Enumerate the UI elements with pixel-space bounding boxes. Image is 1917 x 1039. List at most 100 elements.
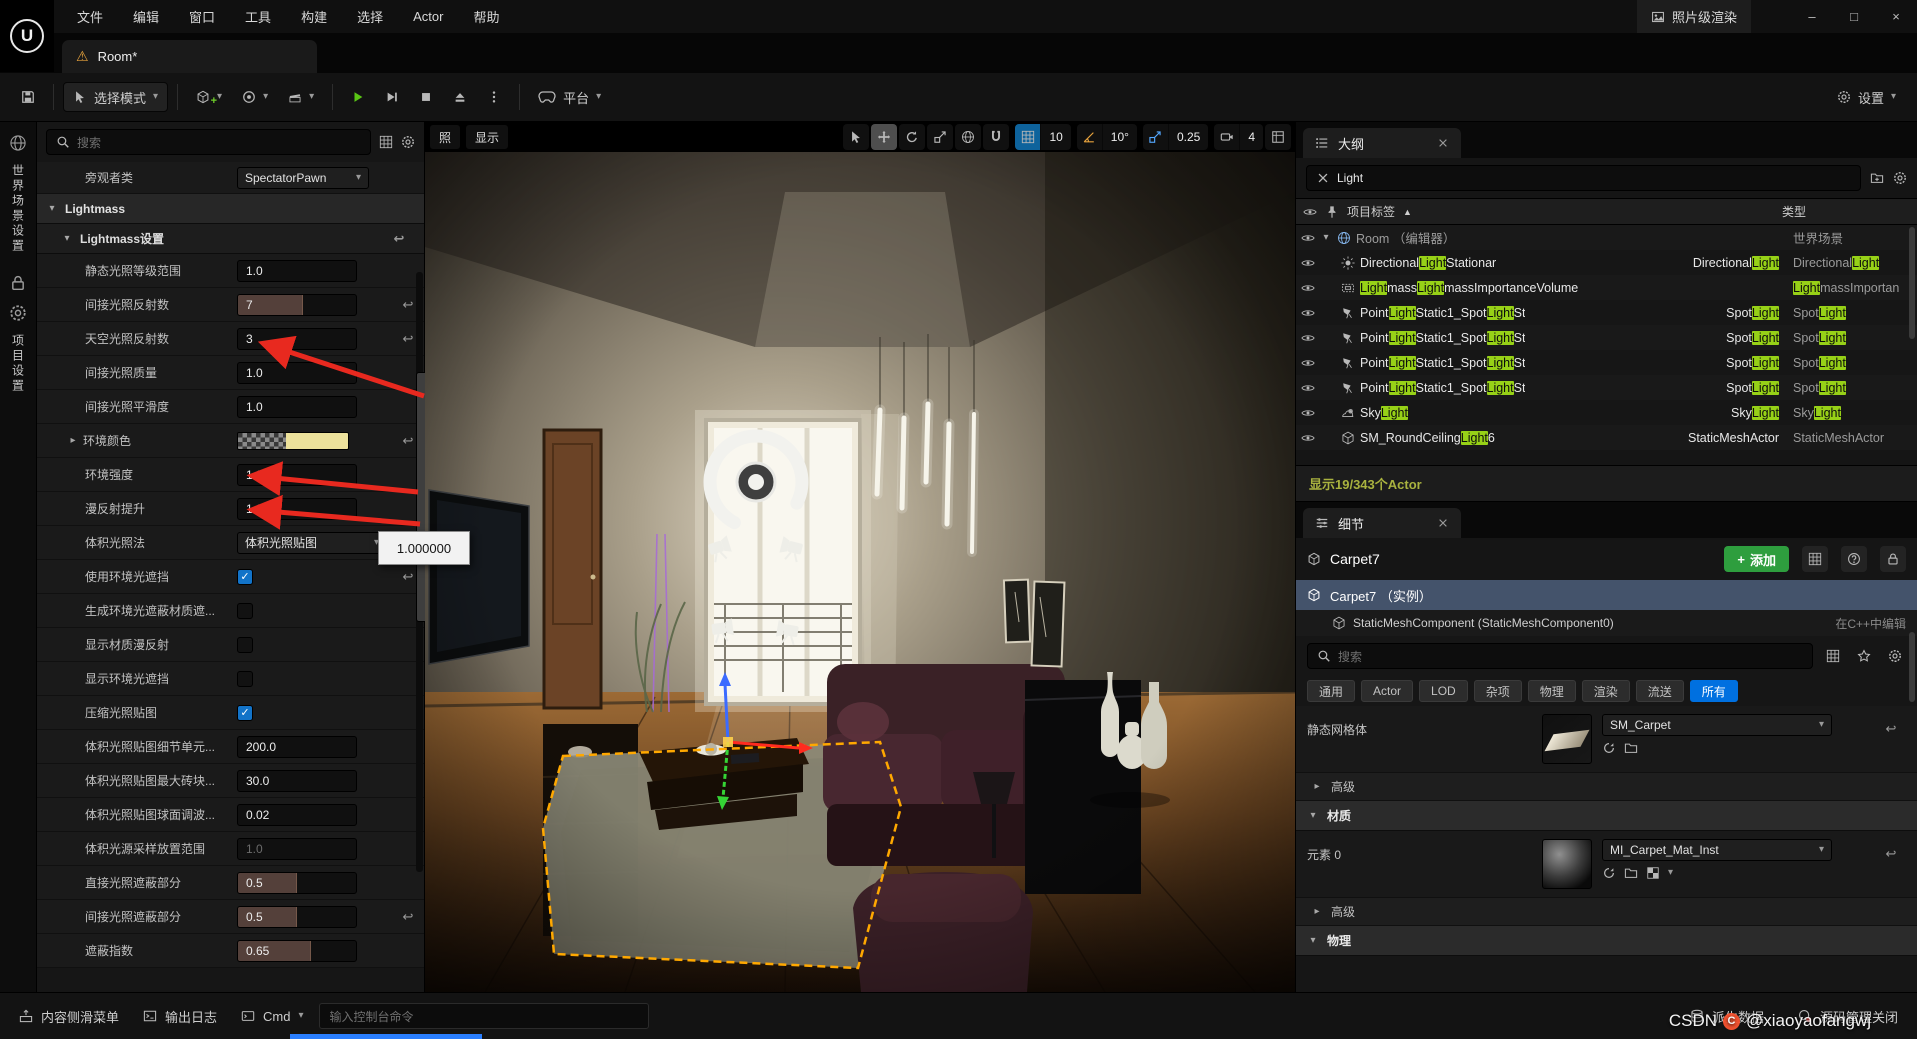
expander-icon[interactable]: ▸ <box>67 435 79 446</box>
add-actor-button[interactable]: +▾ <box>187 82 231 112</box>
close-button[interactable]: × <box>1875 0 1917 33</box>
filter-tab-通用[interactable]: 通用 <box>1307 680 1355 702</box>
output-log-button[interactable]: 输出日志 <box>134 1001 226 1031</box>
outliner-row[interactable]: DirectionalLightStationarDirectionalLigh… <box>1296 250 1917 275</box>
movie-render-queue-button[interactable]: 照片级渲染 <box>1637 0 1751 33</box>
component-root-row[interactable]: Carpet7 （实例） <box>1296 580 1917 610</box>
stop-button[interactable] <box>410 82 442 112</box>
tab-room-level[interactable]: ⚠ Room* <box>62 40 317 73</box>
create-folder-icon[interactable] <box>1870 171 1884 185</box>
move-tool[interactable] <box>871 124 897 150</box>
static-mesh-dropdown[interactable]: SM_Carpet▾ <box>1602 714 1832 736</box>
browse-button[interactable] <box>1802 546 1828 572</box>
value-input[interactable]: 1.0 <box>237 260 357 282</box>
tab-details[interactable]: 细节 <box>1303 508 1461 538</box>
checker-icon[interactable] <box>1646 866 1660 880</box>
value-input[interactable]: 3 <box>237 328 357 350</box>
display-options-icon[interactable] <box>1822 649 1844 663</box>
scrollbar[interactable] <box>1909 632 1915 702</box>
visibility-eye-icon[interactable] <box>1301 231 1315 245</box>
play-button[interactable] <box>342 82 374 112</box>
scale-snap-value[interactable]: 0.25 <box>1168 124 1208 150</box>
world-local-toggle[interactable] <box>955 124 981 150</box>
browse-to-asset-icon[interactable] <box>1602 866 1616 880</box>
section-physics[interactable]: ▾物理 <box>1296 926 1917 956</box>
visibility-eye-icon[interactable] <box>1301 256 1315 270</box>
filter-tab-Actor[interactable]: Actor <box>1361 680 1413 702</box>
content-drawer-button[interactable]: 内容侧滑菜单 <box>10 1001 128 1031</box>
scale-snap-control[interactable]: 0.25 <box>1143 124 1208 150</box>
tab-project-settings[interactable]: 项目设置 <box>10 334 27 394</box>
value-input[interactable]: 0.5 <box>237 872 357 894</box>
skip-frame-button[interactable] <box>376 82 408 112</box>
settings-dropdown[interactable]: 设置▾ <box>1828 82 1905 112</box>
project-settings-icon[interactable] <box>9 304 27 322</box>
filter-tab-物理[interactable]: 物理 <box>1528 680 1576 702</box>
restore-button[interactable]: □ <box>1833 0 1875 33</box>
outliner-row[interactable]: PointLightStatic1_SpotLightStSpotLightSp… <box>1296 375 1917 400</box>
reset-icon[interactable]: ↩ <box>383 231 415 247</box>
lock-icon[interactable] <box>9 274 27 292</box>
visibility-column-icon[interactable] <box>1303 205 1317 219</box>
lock-button[interactable] <box>1880 546 1906 572</box>
value-input[interactable]: 0.5 <box>237 906 357 928</box>
value-input[interactable]: 0.65 <box>237 940 357 962</box>
rotation-snap-control[interactable]: 10° <box>1077 124 1137 150</box>
outliner-settings-icon[interactable] <box>1893 171 1907 185</box>
filter-tab-流送[interactable]: 流送 <box>1636 680 1684 702</box>
camera-speed-value[interactable]: 4 <box>1239 124 1263 150</box>
rotate-tool[interactable] <box>899 124 925 150</box>
pin-column-icon[interactable] <box>1325 205 1339 219</box>
camera-speed-control[interactable]: 4 <box>1214 124 1263 150</box>
section-materials[interactable]: ▾材质 <box>1296 801 1917 831</box>
eject-button[interactable] <box>444 82 476 112</box>
select-tool[interactable] <box>843 124 869 150</box>
close-icon[interactable] <box>1437 137 1449 149</box>
outliner-row[interactable]: SkyLightSkyLightSkyLight <box>1296 400 1917 425</box>
clear-search-icon[interactable] <box>1316 171 1330 185</box>
cinematics-button[interactable]: ▾ <box>279 82 323 112</box>
filter-tab-杂项[interactable]: 杂项 <box>1474 680 1522 702</box>
platforms-dropdown[interactable]: 平台▾ <box>529 82 610 112</box>
browse-to-asset-icon[interactable] <box>1602 741 1616 755</box>
menu-窗口[interactable]: 窗口 <box>174 0 230 33</box>
maximize-viewport-button[interactable] <box>1265 124 1291 150</box>
outliner-row[interactable]: PointLightStatic1_SpotLightStSpotLightSp… <box>1296 300 1917 325</box>
reset-icon[interactable]: ↩ <box>392 909 424 925</box>
outliner-row[interactable]: ▾Room （编辑器）世界场景 <box>1296 225 1917 250</box>
spectator-class-dropdown[interactable]: SpectatorPawn▾ <box>237 167 369 189</box>
blueprints-button[interactable]: ▾ <box>233 82 277 112</box>
viewport-scene[interactable] <box>425 152 1295 992</box>
scrollbar[interactable] <box>416 272 423 872</box>
menu-选择[interactable]: 选择 <box>342 0 398 33</box>
grid-snap-value[interactable]: 10 <box>1040 124 1070 150</box>
value-input[interactable]: 1.0 <box>237 464 357 486</box>
static-mesh-thumbnail[interactable] <box>1542 714 1592 764</box>
material-thumbnail[interactable] <box>1542 839 1592 889</box>
outliner-row[interactable]: SM_RoundCeilingLight6StaticMeshActorStat… <box>1296 425 1917 450</box>
filter-tab-渲染[interactable]: 渲染 <box>1582 680 1630 702</box>
surface-snap-toggle[interactable] <box>983 124 1009 150</box>
tab-world-settings[interactable]: 世界场景设置 <box>10 164 27 254</box>
value-input[interactable]: 1.0 <box>237 362 357 384</box>
reset-icon[interactable]: ↩ <box>1876 839 1906 862</box>
cmd-dropdown[interactable]: Cmd▾ <box>232 1001 312 1031</box>
open-asset-icon[interactable] <box>1624 741 1638 755</box>
category-lightmass[interactable]: ▾Lightmass <box>37 194 424 224</box>
select-mode-dropdown[interactable]: 选择模式▾ <box>63 82 168 112</box>
checkbox[interactable]: ✓ <box>237 569 253 585</box>
menu-编辑[interactable]: 编辑 <box>118 0 174 33</box>
world-settings-icon[interactable] <box>9 134 27 152</box>
filter-tab-LOD[interactable]: LOD <box>1419 680 1468 702</box>
color-swatch[interactable] <box>237 432 349 450</box>
grid-snap-control[interactable]: 10 <box>1015 124 1070 150</box>
value-input[interactable]: 0.02 <box>237 804 357 826</box>
open-asset-icon[interactable] <box>1624 866 1638 880</box>
visibility-eye-icon[interactable] <box>1301 356 1315 370</box>
chevron-down-icon[interactable]: ▾ <box>1668 868 1673 878</box>
filter-tab-所有[interactable]: 所有 <box>1690 680 1738 702</box>
details-search-input[interactable]: 搜索 <box>1307 643 1813 669</box>
outliner-column-header[interactable]: 项目标签▲ 类型 <box>1296 198 1917 225</box>
minimize-button[interactable]: – <box>1791 0 1833 33</box>
outliner-row[interactable]: PointLightStatic1_SpotLightStSpotLightSp… <box>1296 325 1917 350</box>
